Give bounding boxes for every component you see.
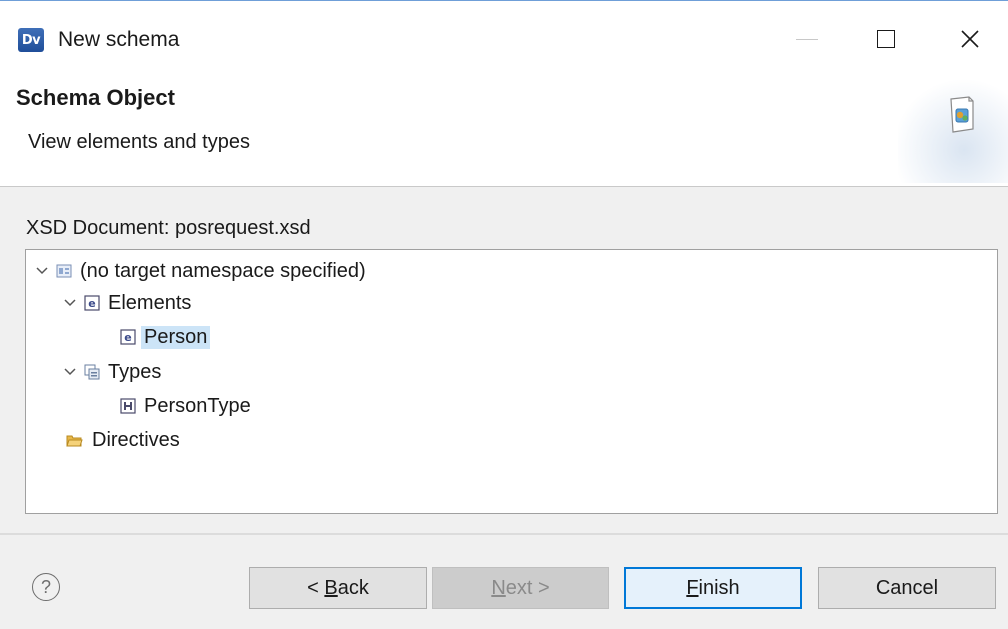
element-icon: e	[84, 295, 100, 311]
tree-node-elements-label: Elements	[108, 291, 192, 314]
tree-node-person-label: Person	[141, 325, 211, 349]
finish-button-rest: inish	[698, 576, 740, 599]
help-button[interactable]: ?	[32, 573, 60, 601]
minimize-icon	[796, 38, 818, 40]
tree-node-person-type-label: PersonType	[144, 394, 251, 417]
next-button[interactable]: Next >	[432, 567, 609, 609]
back-button[interactable]: < Back	[249, 567, 427, 609]
chevron-down-icon[interactable]	[36, 265, 48, 277]
next-button-mnemonic: N	[491, 576, 506, 599]
tree-node-types-label: Types	[108, 360, 162, 383]
tree-node-directives-label: Directives	[92, 428, 180, 451]
page-title: Schema Object	[16, 85, 175, 110]
tree-node-person[interactable]: e Person	[120, 322, 211, 352]
chevron-down-icon[interactable]	[64, 297, 76, 309]
namespace-icon	[56, 264, 72, 278]
cancel-button[interactable]: Cancel	[818, 567, 996, 609]
tree-node-root-label: (no target namespace specified)	[80, 259, 366, 282]
finish-button-mnemonic: F	[686, 576, 699, 599]
page-description: View elements and types	[28, 131, 250, 153]
back-button-rest: ack	[337, 576, 369, 599]
maximize-button[interactable]	[856, 19, 916, 59]
folder-icon	[66, 435, 83, 447]
title-bar: Dv New schema	[0, 1, 1008, 73]
tree-node-elements[interactable]: e Elements	[64, 288, 191, 318]
tree-node-types[interactable]: Types	[64, 357, 161, 387]
back-button-mnemonic: B	[324, 576, 338, 599]
types-icon	[84, 364, 100, 380]
close-button[interactable]	[940, 19, 1000, 59]
xsd-document-label: XSD Document: posrequest.xsd	[26, 217, 311, 239]
svg-text:e: e	[88, 297, 95, 310]
dv-app-icon: Dv	[18, 28, 44, 52]
finish-button[interactable]: Finish	[624, 567, 802, 609]
tree-node-person-type[interactable]: PersonType	[120, 391, 251, 421]
close-icon	[961, 30, 979, 48]
chevron-down-icon[interactable]	[64, 366, 76, 378]
window-title: New schema	[58, 28, 180, 51]
maximize-icon	[877, 30, 895, 48]
next-button-rest: ext >	[505, 576, 550, 599]
back-button-prefix: <	[307, 576, 325, 599]
wizard-banner: Schema Object View elements and types	[0, 73, 1008, 187]
cancel-button-label: Cancel	[875, 576, 939, 599]
tree-node-directives[interactable]: Directives	[64, 425, 180, 455]
element-icon: e	[120, 329, 136, 345]
minimize-button[interactable]	[777, 19, 837, 59]
tree-node-root[interactable]: (no target namespace specified)	[36, 256, 366, 286]
app-icon-text: Dv	[21, 32, 41, 48]
button-bar: ? < Back Next > Finish Cancel	[0, 535, 1008, 629]
complex-type-icon	[120, 398, 136, 414]
new-schema-dialog: Dv New schema Schema Object View element…	[0, 0, 1008, 629]
svg-text:e: e	[124, 331, 131, 344]
help-icon: ?	[40, 576, 51, 597]
schema-wizard-icon	[950, 96, 974, 133]
schema-tree[interactable]: (no target namespace specified) e Elemen…	[25, 249, 998, 514]
content-area: XSD Document: posrequest.xsd (no target …	[0, 187, 1008, 533]
